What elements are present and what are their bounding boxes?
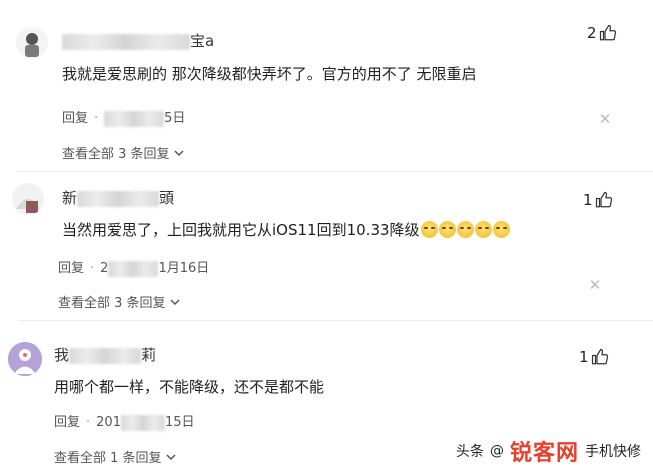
- author-name[interactable]: 新頭: [62, 187, 174, 208]
- thumbs-up-icon: [591, 348, 608, 365]
- like-count: 2: [587, 24, 597, 42]
- reply-button[interactable]: 回复: [54, 415, 80, 430]
- comment-date: 5日: [164, 111, 186, 126]
- smile-emoji-icon: [474, 221, 492, 238]
- author-name[interactable]: 宝a: [62, 30, 214, 51]
- chevron-down-icon: [166, 454, 176, 461]
- avatar-image: [8, 342, 42, 376]
- smile-emoji-icon: [492, 221, 510, 238]
- avatar-image: [12, 183, 44, 215]
- view-replies-link[interactable]: 查看全部 3 条回复: [58, 292, 180, 311]
- redacted-date: [120, 414, 165, 431]
- like-count: 1: [583, 191, 593, 209]
- comment-text: 我就是爱思刷的 那次降级都快弄坏了。官方的用不了 无限重启: [62, 65, 477, 83]
- close-icon[interactable]: ✕: [598, 112, 612, 127]
- view-replies-link[interactable]: 查看全部 3 条回复: [62, 143, 184, 162]
- smile-emoji-icon: [420, 221, 438, 238]
- like-button[interactable]: 1: [583, 191, 613, 209]
- like-button[interactable]: 1: [579, 348, 609, 366]
- comment-meta: 回复 · 2 1月16日: [58, 260, 210, 277]
- chevron-down-icon: [170, 299, 180, 306]
- comment-1: 宝a 我就是爱思刷的 那次降级都快弄坏了。官方的用不了 无限重启 回复 · 5日 查…: [0, 0, 653, 170]
- watermark: 头条 @ 锐客网 手机快修: [456, 435, 641, 467]
- avatar[interactable]: [16, 27, 48, 59]
- chevron-down-icon: [174, 150, 184, 157]
- redacted-name: [69, 347, 142, 364]
- avatar-image: [16, 27, 48, 59]
- watermark-tail: 手机快修: [585, 444, 641, 460]
- close-icon[interactable]: ✕: [588, 278, 602, 293]
- comment-date: 1月16日: [158, 261, 210, 276]
- smile-emoji-icon: [438, 221, 456, 238]
- smile-emoji-icon: [456, 221, 474, 238]
- author-name[interactable]: 我莉: [54, 344, 156, 365]
- watermark-at: @: [489, 443, 504, 459]
- redacted-date: [104, 110, 165, 127]
- view-replies-link[interactable]: 查看全部 1 条回复: [54, 447, 176, 466]
- like-count: 1: [579, 348, 589, 366]
- thumbs-up-icon: [595, 191, 612, 208]
- comment-text: 用哪个都一样，不能降级，还不是都不能: [54, 378, 325, 396]
- reply-button[interactable]: 回复: [62, 111, 88, 126]
- comment-text: 当然用爱思了，上回我就用它从iOS11回到10.33降级: [62, 219, 510, 240]
- redacted-name: [77, 190, 160, 207]
- redacted-date: [108, 260, 159, 277]
- comment-2: 新頭 当然用爱思了，上回我就用它从iOS11回到10.33降级 回复 · 2 1月16…: [0, 171, 653, 316]
- comment-meta: 回复 · 5日: [62, 110, 186, 127]
- like-button[interactable]: 2: [587, 24, 617, 42]
- comment-date: 15日: [164, 415, 195, 430]
- watermark-logo: 锐客网: [509, 441, 579, 466]
- reply-button[interactable]: 回复: [58, 261, 84, 276]
- watermark-source: 头条: [455, 444, 484, 460]
- redacted-name: [62, 33, 190, 50]
- comment-meta: 回复 · 201 15日: [54, 414, 195, 431]
- thumbs-up-icon: [599, 24, 616, 41]
- avatar[interactable]: [8, 342, 42, 376]
- avatar[interactable]: [12, 183, 44, 215]
